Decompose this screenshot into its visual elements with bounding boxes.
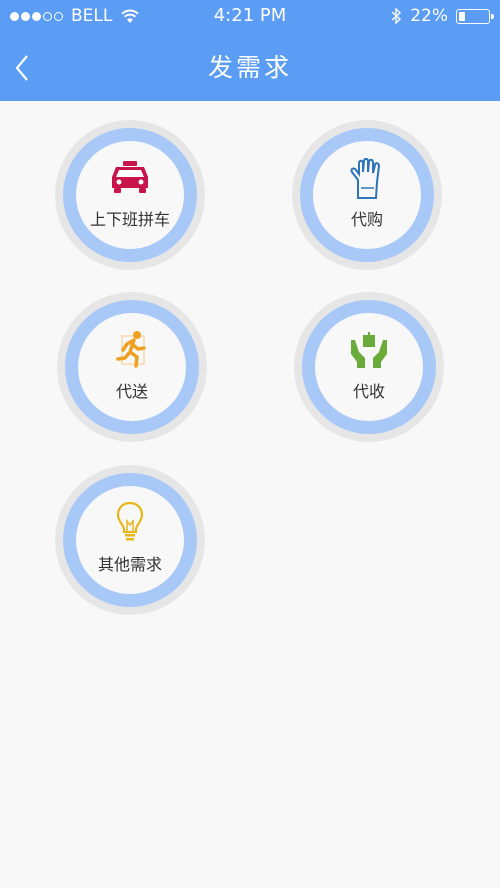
option-purchase[interactable]: 代购 [292,120,442,270]
battery-icon [456,8,494,24]
option-carpool[interactable]: 上下班拼车 [55,120,205,270]
option-delivery[interactable]: 代送 [57,292,207,442]
option-label: 代购 [350,210,383,229]
header-bar: BELL 4:21 PM 22% 发需求 [0,0,500,101]
option-other[interactable]: 其他需求 [55,465,205,615]
bluetooth-icon [391,7,402,25]
option-label: 其他需求 [97,555,162,574]
option-label: 代送 [115,382,148,401]
option-label: 上下班拼车 [89,210,170,229]
running-man-icon [116,331,146,368]
page-title: 发需求 [207,53,292,82]
status-bar: BELL 4:21 PM 22% [0,0,500,32]
option-receive[interactable]: 代收 [294,292,444,442]
hands-gift-icon [351,332,387,368]
battery-percent: 22% [410,6,448,26]
taxi-icon [112,161,148,193]
lightbulb-icon [116,501,144,541]
option-label: 代收 [352,382,385,401]
glove-icon [350,158,381,199]
